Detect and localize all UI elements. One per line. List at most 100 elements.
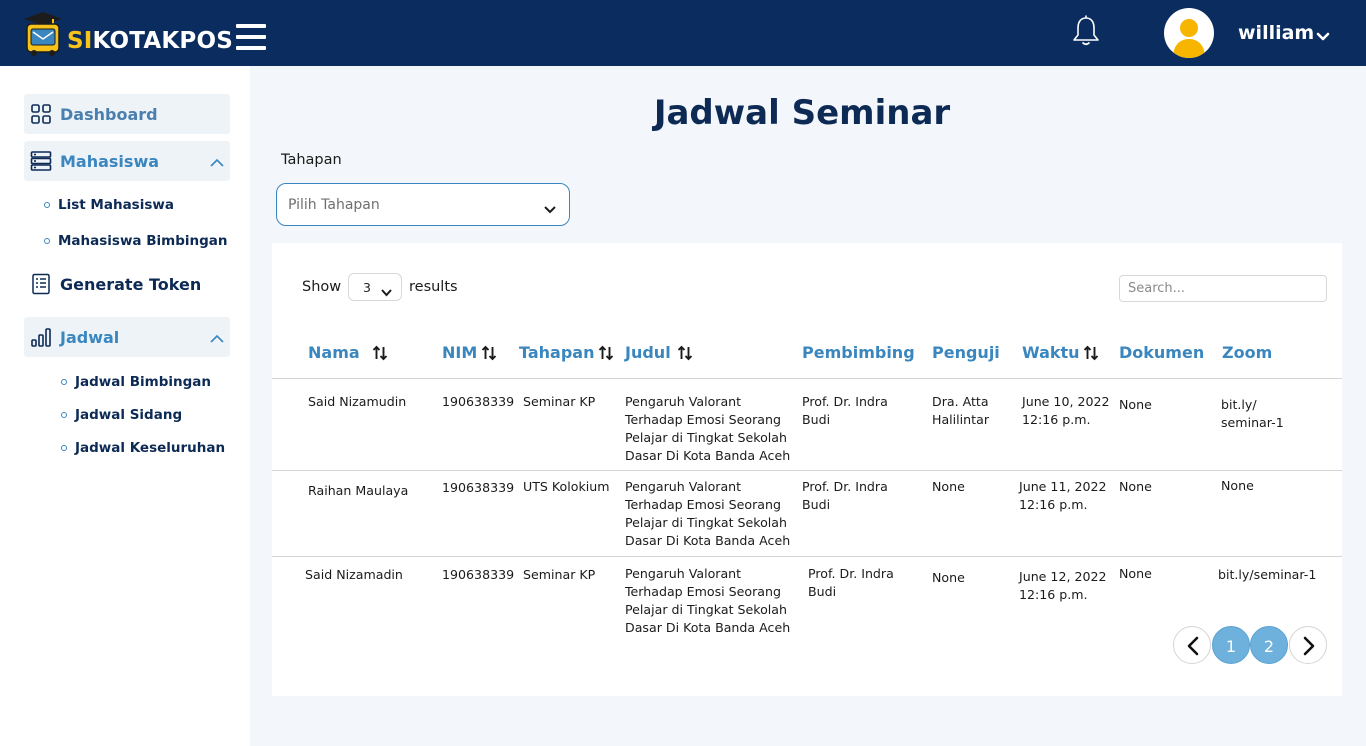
- sidebar-item-jadwal[interactable]: Jadwal: [24, 317, 230, 357]
- cell-penguji: Dra. Atta Halilintar: [932, 394, 989, 427]
- cell-nama: Said Nizamadin: [305, 567, 403, 582]
- column-header-waktu[interactable]: Waktu: [1022, 343, 1099, 362]
- cell-pembimbing: Prof. Dr. Indra Budi: [808, 566, 894, 599]
- sort-arrows-icon[interactable]: [481, 345, 497, 361]
- cell-zoom-link[interactable]: bit.ly/seminar-1: [1221, 396, 1284, 432]
- table-divider: [272, 556, 1342, 557]
- column-header-label: Judul: [625, 343, 671, 362]
- brand-name[interactable]: SIKOTAKPOS: [67, 26, 233, 56]
- cell-nim: 190638339: [442, 567, 515, 582]
- cell-tahapan: Seminar KP: [523, 394, 596, 409]
- sidebar-subitem-list-mahasiswa[interactable]: List Mahasiswa: [44, 197, 174, 213]
- column-header-pembimbing: Pembimbing: [802, 343, 915, 362]
- table-divider: [272, 470, 1342, 471]
- chevron-up-icon[interactable]: [210, 329, 224, 343]
- cell-judul: Pengaruh Valorant Terhadap Emosi Seorang P…: [625, 479, 791, 548]
- chevron-down-icon: [380, 283, 393, 297]
- pagination-prev-button[interactable]: [1173, 626, 1211, 664]
- chevron-up-icon[interactable]: [210, 153, 224, 167]
- sidebar-item-label: Jadwal: [60, 327, 120, 347]
- results-label: results: [409, 279, 458, 295]
- bullet-icon: [44, 202, 50, 208]
- sort-arrows-icon[interactable]: [1083, 345, 1099, 361]
- cell-zoom-link[interactable]: bit.ly/seminar-1: [1218, 566, 1316, 584]
- sidebar-item-label: Generate Token: [60, 274, 202, 294]
- bullet-icon: [61, 379, 67, 385]
- sidebar-subitem-jadwal-sidang[interactable]: Jadwal Sidang: [61, 407, 182, 423]
- page-size-value: 3: [363, 280, 371, 295]
- brand-prefix: SI: [67, 28, 93, 54]
- column-header-judul[interactable]: Judul: [625, 343, 693, 362]
- sort-arrows-icon[interactable]: [598, 345, 614, 361]
- sidebar-subitem-jadwal-bimbingan[interactable]: Jadwal Bimbingan: [61, 374, 211, 390]
- column-header-label: NIM: [442, 343, 478, 362]
- cell-waktu: June 12, 2022 12:16 p.m.: [1019, 569, 1107, 602]
- cell-penguji: None: [932, 479, 965, 494]
- hamburger-icon[interactable]: [236, 24, 266, 52]
- sidebar-item-label: Mahasiswa: [60, 151, 160, 171]
- column-header-zoom: Zoom: [1222, 343, 1272, 362]
- search-input[interactable]: [1119, 275, 1327, 302]
- sidebar-item-label: Dashboard: [60, 104, 158, 124]
- tahapan-select[interactable]: Pilih Tahapan: [276, 183, 570, 226]
- cell-nama: Said Nizamudin: [308, 394, 407, 409]
- bar-chart-icon: [30, 326, 52, 348]
- column-header-label: Nama: [308, 343, 360, 362]
- grid-icon: [30, 103, 52, 125]
- cell-pembimbing: Prof. Dr. Indra Budi: [802, 394, 888, 427]
- show-label: Show: [302, 279, 342, 295]
- cell-tahapan: Seminar KP: [523, 567, 596, 582]
- brand-suffix: KOTAKPOS: [92, 28, 233, 54]
- chevron-down-icon[interactable]: [1316, 28, 1330, 41]
- chevron-down-icon: [543, 200, 557, 214]
- cell-dokumen: None: [1119, 397, 1152, 412]
- cell-dokumen: None: [1119, 566, 1152, 581]
- bus-mail-icon: [22, 11, 64, 57]
- user-avatar-icon[interactable]: [1164, 8, 1214, 58]
- sidebar-item-dashboard[interactable]: Dashboard: [24, 94, 230, 134]
- sidebar-subitem-label: Jadwal Sidang: [75, 407, 183, 423]
- document-list-icon: [30, 273, 52, 295]
- sidebar-item-generate-token[interactable]: Generate Token: [24, 264, 230, 304]
- page-size-select[interactable]: 3: [348, 273, 402, 301]
- server-icon: [30, 150, 52, 172]
- cell-nama: Raihan Maulaya: [308, 483, 409, 498]
- sidebar-subitem-mahasiswa-bimbingan[interactable]: Mahasiswa Bimbingan: [44, 233, 228, 249]
- tahapan-select-placeholder: Pilih Tahapan: [288, 197, 380, 213]
- sort-arrows-icon[interactable]: [372, 345, 388, 361]
- cell-waktu: June 11, 2022 12:16 p.m.: [1019, 479, 1107, 512]
- column-header-label: Dokumen: [1119, 343, 1205, 362]
- column-header-label: Penguji: [932, 343, 1000, 362]
- pagination-page-1[interactable]: 1: [1212, 626, 1250, 664]
- bullet-icon: [44, 238, 50, 244]
- cell-dokumen: None: [1119, 479, 1152, 494]
- sidebar-subitem-label: Mahasiswa Bimbingan: [58, 233, 228, 249]
- sidebar-subitem-label: Jadwal Bimbingan: [75, 374, 211, 390]
- sidebar-subitem-label: List Mahasiswa: [58, 197, 174, 213]
- cell-judul: Pengaruh Valorant Terhadap Emosi Seorang P…: [625, 394, 791, 463]
- sidebar-subitem-label: Jadwal Keseluruhan: [75, 440, 226, 456]
- sidebar-item-mahasiswa[interactable]: Mahasiswa: [24, 141, 230, 181]
- column-header-label: Pembimbing: [802, 343, 915, 362]
- column-header-nim[interactable]: NIM: [442, 343, 497, 362]
- bullet-icon: [61, 445, 67, 451]
- column-header-nama[interactable]: Nama: [308, 343, 388, 362]
- cell-nim: 190638339: [442, 394, 515, 409]
- sort-arrows-icon[interactable]: [677, 345, 693, 361]
- table-divider: [272, 378, 1342, 379]
- tahapan-filter-label: Tahapan: [281, 152, 342, 168]
- username[interactable]: william: [1238, 20, 1314, 46]
- cell-judul: Pengaruh Valorant Terhadap Emosi Seorang P…: [625, 566, 791, 635]
- column-header-tahapan[interactable]: Tahapan: [519, 343, 614, 362]
- sidebar-subitem-jadwal-keseluruhan[interactable]: Jadwal Keseluruhan: [61, 440, 225, 456]
- bell-icon[interactable]: [1071, 15, 1101, 47]
- cell-pembimbing: Prof. Dr. Indra Budi: [802, 479, 888, 512]
- top-navbar: SIKOTAKPOS william: [0, 0, 1366, 66]
- column-header-dokumen: Dokumen: [1119, 343, 1204, 362]
- column-header-label: Tahapan: [519, 343, 595, 362]
- pagination-page-2[interactable]: 2: [1250, 626, 1288, 664]
- pagination-next-button[interactable]: [1289, 626, 1327, 664]
- cell-penguji: None: [932, 570, 965, 585]
- page-title: Jadwal Seminar: [653, 93, 951, 133]
- cell-nim: 190638339: [442, 480, 515, 495]
